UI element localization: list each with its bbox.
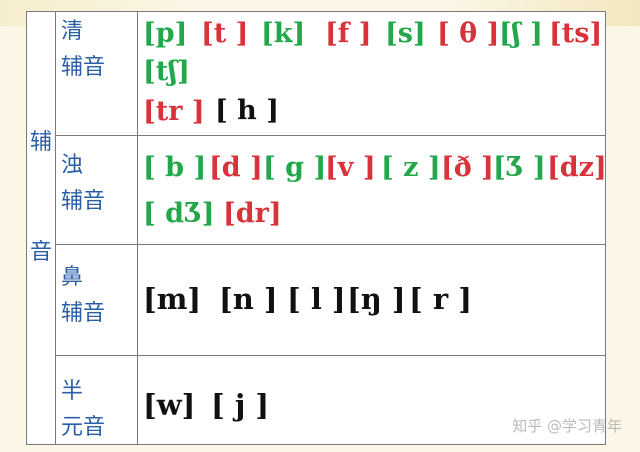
symbol-dr: [dr] xyxy=(223,198,282,229)
row-label-line: 辅音 xyxy=(61,55,106,80)
consonant-table: 辅 音 清 辅音 浊 辅音 鼻 辅音 半 元音 [p] [t ] [k] [f … xyxy=(26,11,607,446)
symbol-eth: [ð ] xyxy=(441,152,494,183)
symbol-h: [ h ] xyxy=(215,95,279,126)
symbol-f: [f ] xyxy=(325,18,372,49)
symbol-n: [n ] xyxy=(219,282,278,316)
symbol-d: [d ] xyxy=(209,152,263,183)
symbol-dzh: [ dƷ] xyxy=(143,198,215,229)
row-label-voiceless: 清 辅音 xyxy=(57,14,135,86)
row-label-line: 半 xyxy=(61,379,84,404)
symbol-tsh: [tʃ] xyxy=(143,56,190,87)
symbol-v: [v ] xyxy=(325,152,376,183)
symbol-k: [k] xyxy=(261,18,306,49)
symbol-z: [ z ] xyxy=(381,152,441,183)
symbol-s: [s] xyxy=(385,18,426,49)
column-divider-1 xyxy=(55,12,56,444)
main-label-top: 辅 xyxy=(29,130,52,155)
row-label-line: 浊 xyxy=(61,153,84,178)
symbol-tr: [tr ] xyxy=(143,96,205,127)
symbol-sh: [ʃ ] xyxy=(499,18,543,49)
symbol-g: [ g ] xyxy=(263,152,327,183)
watermark: 知乎 @学习青年 xyxy=(512,417,622,435)
row-divider-2 xyxy=(55,244,605,245)
symbol-r: [ r ] xyxy=(409,282,472,316)
row-divider-3 xyxy=(55,355,605,356)
symbol-m: [m] xyxy=(143,282,202,316)
symbol-zh: [Ʒ ] xyxy=(493,152,546,183)
row-label-nasal: 鼻 辅音 xyxy=(57,260,135,332)
row-label-line: 辅音 xyxy=(61,301,106,326)
symbol-dz: [dz] xyxy=(547,152,607,183)
main-label-bottom: 音 xyxy=(29,240,52,265)
symbol-ng: [ŋ ] xyxy=(347,282,406,316)
row-label-line: 元音 xyxy=(61,415,106,440)
symbol-ts: [ts] xyxy=(549,18,603,49)
symbol-theta: [ θ ] xyxy=(437,18,500,49)
symbol-j: [ j ] xyxy=(211,388,270,422)
row-label-line: 鼻 xyxy=(61,265,84,290)
column-divider-2 xyxy=(137,12,138,444)
row-label-semivowel: 半 元音 xyxy=(57,374,135,446)
symbol-w: [w] xyxy=(143,388,196,422)
row-label-line: 清 xyxy=(61,19,84,44)
symbol-b: [ b ] xyxy=(143,152,207,183)
row-label-line: 辅音 xyxy=(61,189,106,214)
row-label-voiced: 浊 辅音 xyxy=(57,148,135,220)
symbol-t: [t ] xyxy=(201,18,249,49)
symbol-p: [p] xyxy=(143,18,188,49)
symbol-l: [ l ] xyxy=(287,282,346,316)
row-divider-1 xyxy=(55,135,605,136)
